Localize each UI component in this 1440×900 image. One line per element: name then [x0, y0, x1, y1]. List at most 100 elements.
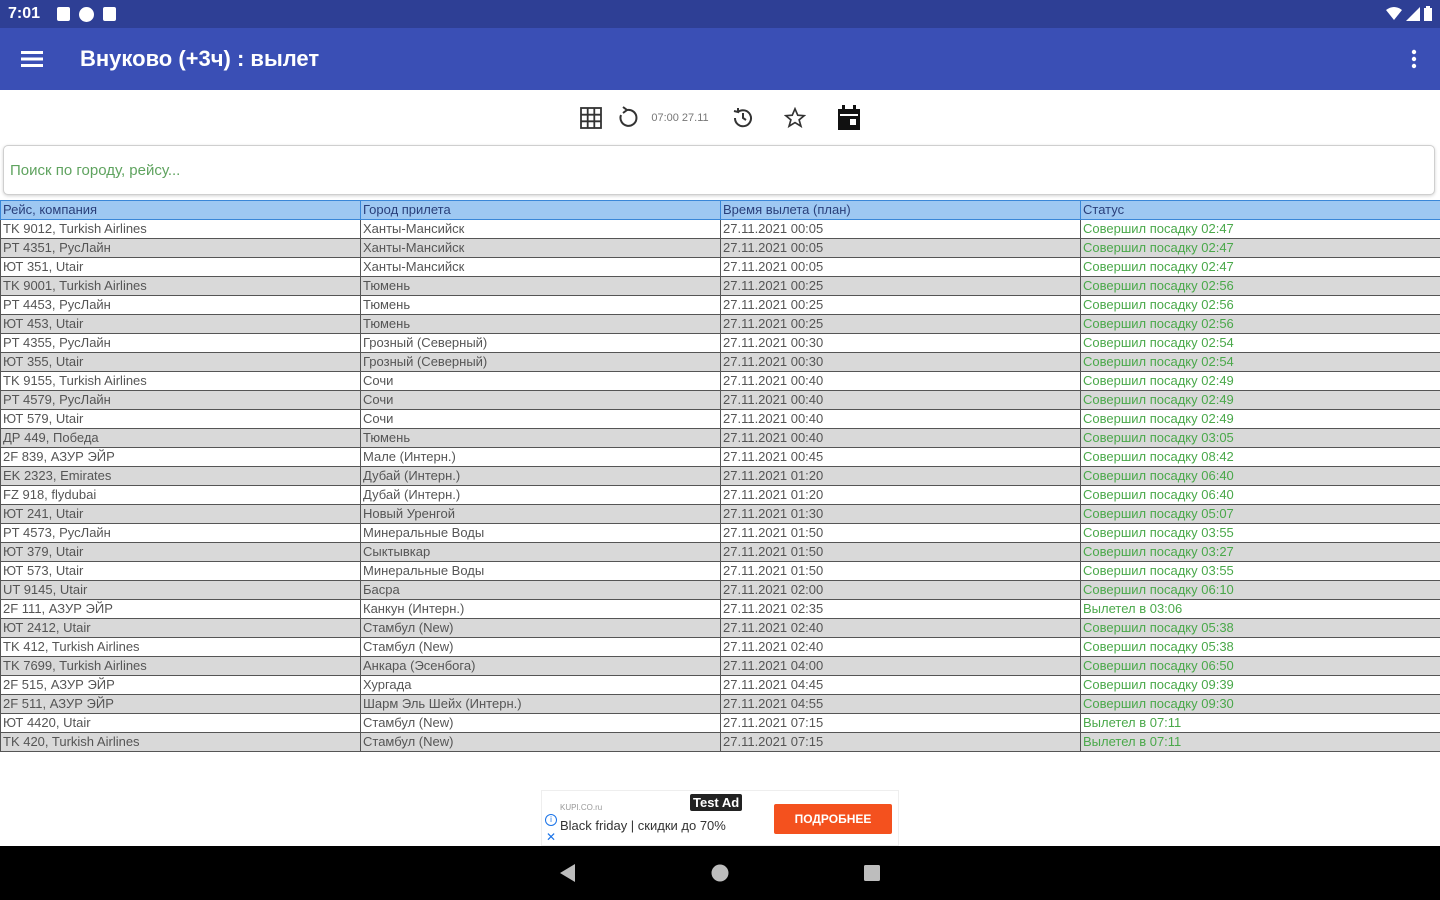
cell-status: Совершил посадку 02:47 [1080, 257, 1440, 277]
cell-flight: PT 4355, РусЛайн [0, 333, 361, 353]
ad-info-icon[interactable]: i [545, 814, 557, 826]
table-row[interactable]: PT 4351, РусЛайн Ханты-Мансийск 27.11.2021… [0, 238, 1440, 258]
flights-table-container[interactable]: Рейс, компания Город прилета Время вылет… [0, 200, 1440, 790]
table-row[interactable]: 2F 511, АЗУР ЭЙР Шарм Эль Шейх (Интерн.) 2… [0, 694, 1440, 714]
status-bar: 7:01 [0, 0, 1440, 28]
table-row[interactable]: TK 420, Turkish Airlines Стамбул (New) 27.… [0, 732, 1440, 752]
column-header-flight[interactable]: Рейс, компания [0, 200, 361, 220]
ad-banner[interactable]: i ✕ KUPI.CO.ru Test Ad Black friday | ск… [541, 790, 899, 846]
nav-recents-button[interactable] [852, 853, 892, 893]
cell-departure-time: 27.11.2021 01:50 [720, 523, 1081, 543]
cell-status: Вылетел в 07:11 [1080, 713, 1440, 733]
cell-flight: ЮТ 573, Utair [0, 561, 361, 581]
cell-flight: FZ 918, flydubai [0, 485, 361, 505]
column-header-status[interactable]: Статус [1080, 200, 1440, 220]
cell-flight: UT 9145, Utair [0, 580, 361, 600]
table-row[interactable]: ЮТ 573, Utair Минеральные Воды 27.11.2021 … [0, 561, 1440, 581]
cell-arrival-city: Грозный (Северный) [360, 352, 721, 372]
table-row[interactable]: EK 2323, Emirates Дубай (Интерн.) 27.11.20… [0, 466, 1440, 486]
cell-arrival-city: Стамбул (New) [360, 713, 721, 733]
table-row[interactable]: TK 9155, Turkish Airlines Сочи 27.11.2021 … [0, 371, 1440, 391]
nav-back-button[interactable] [548, 853, 588, 893]
cell-status: Совершил посадку 02:49 [1080, 390, 1440, 410]
table-row[interactable]: 2F 839, АЗУР ЭЙР Мале (Интерн.) 27.11.2021… [0, 447, 1440, 467]
cell-departure-time: 27.11.2021 02:40 [720, 618, 1081, 638]
table-row[interactable]: ЮТ 579, Utair Сочи 27.11.2021 00:40 Соверши… [0, 409, 1440, 429]
cell-arrival-city: Тюмень [360, 276, 721, 296]
table-row[interactable]: ЮТ 241, Utair Новый Уренгой 27.11.2021 01:… [0, 504, 1440, 524]
cell-departure-time: 27.11.2021 00:40 [720, 371, 1081, 391]
cell-status: Совершил посадку 03:55 [1080, 561, 1440, 581]
signal-icon [1406, 6, 1420, 21]
cell-status: Вылетел в 07:11 [1080, 732, 1440, 752]
table-row[interactable]: TK 7699, Turkish Airlines Анкара (Эсенбог… [0, 656, 1440, 676]
table-row[interactable]: ЮТ 355, Utair Грозный (Северный) 27.11.202… [0, 352, 1440, 372]
table-row[interactable]: ЮТ 453, Utair Тюмень 27.11.2021 00:25 Совер… [0, 314, 1440, 334]
home-circle-icon [711, 864, 729, 882]
cell-arrival-city: Хургада [360, 675, 721, 695]
cell-departure-time: 27.11.2021 00:45 [720, 447, 1081, 467]
cell-flight: ЮТ 453, Utair [0, 314, 361, 334]
ad-cta-button[interactable]: ПОДРОБНЕЕ [774, 804, 892, 834]
overflow-menu-button[interactable] [1402, 44, 1426, 74]
table-row[interactable]: ДР 449, Победа Тюмень 27.11.2021 00:40 Сове… [0, 428, 1440, 448]
table-row[interactable]: ЮТ 4420, Utair Стамбул (New) 27.11.2021 07… [0, 713, 1440, 733]
cell-status: Совершил посадку 05:38 [1080, 637, 1440, 657]
column-header-departure-time[interactable]: Время вылета (план) [720, 200, 1081, 220]
table-row[interactable]: TK 412, Turkish Airlines Стамбул (New) 27.… [0, 637, 1440, 657]
flights-table-body: TK 9012, Turkish Airlines Ханты-Мансийск 2… [0, 219, 1440, 752]
cell-flight: PT 4453, РусЛайн [0, 295, 361, 315]
cell-status: Совершил посадку 02:56 [1080, 314, 1440, 334]
table-row[interactable]: PT 4579, РусЛайн Сочи 27.11.2021 00:40 Сове… [0, 390, 1440, 410]
cell-arrival-city: Ханты-Мансийск [360, 238, 721, 258]
cell-arrival-city: Минеральные Воды [360, 523, 721, 543]
table-row[interactable]: UT 9145, Utair Басра 27.11.2021 02:00 Совер… [0, 580, 1440, 600]
cell-arrival-city: Анкара (Эсенбога) [360, 656, 721, 676]
cell-departure-time: 27.11.2021 00:40 [720, 390, 1081, 410]
battery-icon [1424, 6, 1432, 21]
table-row[interactable]: PT 4573, РусЛайн Минеральные Воды 27.11.20… [0, 523, 1440, 543]
menu-button[interactable] [0, 28, 64, 90]
hamburger-menu-icon [21, 51, 43, 67]
history-button[interactable] [725, 100, 761, 136]
cell-status: Совершил посадку 02:56 [1080, 295, 1440, 315]
cell-status: Совершил посадку 05:07 [1080, 504, 1440, 524]
status-time: 7:01 [8, 5, 41, 22]
table-row[interactable]: FZ 918, flydubai Дубай (Интерн.) 27.11.202… [0, 485, 1440, 505]
table-row[interactable]: 2F 515, АЗУР ЭЙР Хургада 27.11.2021 04:45 С… [0, 675, 1440, 695]
cell-status: Совершил посадку 06:50 [1080, 656, 1440, 676]
table-row[interactable]: PT 4453, РусЛайн Тюмень 27.11.2021 00:25 Со… [0, 295, 1440, 315]
recents-square-icon [864, 865, 880, 881]
refresh-button[interactable] [609, 100, 645, 136]
cell-arrival-city: Грозный (Северный) [360, 333, 721, 353]
cell-status: Совершил посадку 02:47 [1080, 238, 1440, 258]
table-row[interactable]: TK 9012, Turkish Airlines Ханты-Мансийск 2… [0, 219, 1440, 239]
cell-status: Совершил посадку 03:05 [1080, 428, 1440, 448]
table-row[interactable]: TK 9001, Turkish Airlines Тюмень 27.11.202… [0, 276, 1440, 296]
column-header-arrival-city[interactable]: Город прилета [360, 200, 721, 220]
table-row[interactable]: ЮТ 2412, Utair Стамбул (New) 27.11.2021 02… [0, 618, 1440, 638]
table-row[interactable]: ЮТ 351, Utair Ханты-Мансийск 27.11.2021 00… [0, 257, 1440, 277]
search-input[interactable] [4, 146, 1434, 194]
cell-status: Совершил посадку 06:40 [1080, 485, 1440, 505]
table-view-button[interactable] [573, 100, 609, 136]
favorites-button[interactable] [777, 100, 813, 136]
cell-departure-time: 27.11.2021 00:25 [720, 295, 1081, 315]
ad-close-icon[interactable]: ✕ [546, 831, 556, 843]
cell-flight: TK 9012, Turkish Airlines [0, 219, 361, 239]
cell-departure-time: 27.11.2021 04:45 [720, 675, 1081, 695]
table-row[interactable]: PT 4355, РусЛайн Грозный (Северный) 27.11.… [0, 333, 1440, 353]
cell-arrival-city: Дубай (Интерн.) [360, 466, 721, 486]
ad-text: Black friday | скидки до 70% [560, 818, 726, 833]
cell-status: Совершил посадку 03:27 [1080, 542, 1440, 562]
table-row[interactable]: ЮТ 379, Utair Сыктывкар 27.11.2021 01:50 Со… [0, 542, 1440, 562]
cell-departure-time: 27.11.2021 00:05 [720, 238, 1081, 258]
ad-badge: Test Ad [690, 794, 743, 811]
cell-arrival-city: Стамбул (New) [360, 732, 721, 752]
more-vert-icon [1411, 49, 1417, 69]
nav-home-button[interactable] [700, 853, 740, 893]
table-header-row: Рейс, компания Город прилета Время вылет… [0, 200, 1440, 220]
cell-arrival-city: Тюмень [360, 295, 721, 315]
table-row[interactable]: 2F 111, АЗУР ЭЙР Канкун (Интерн.) 27.11.20… [0, 599, 1440, 619]
calendar-button[interactable] [831, 100, 867, 136]
